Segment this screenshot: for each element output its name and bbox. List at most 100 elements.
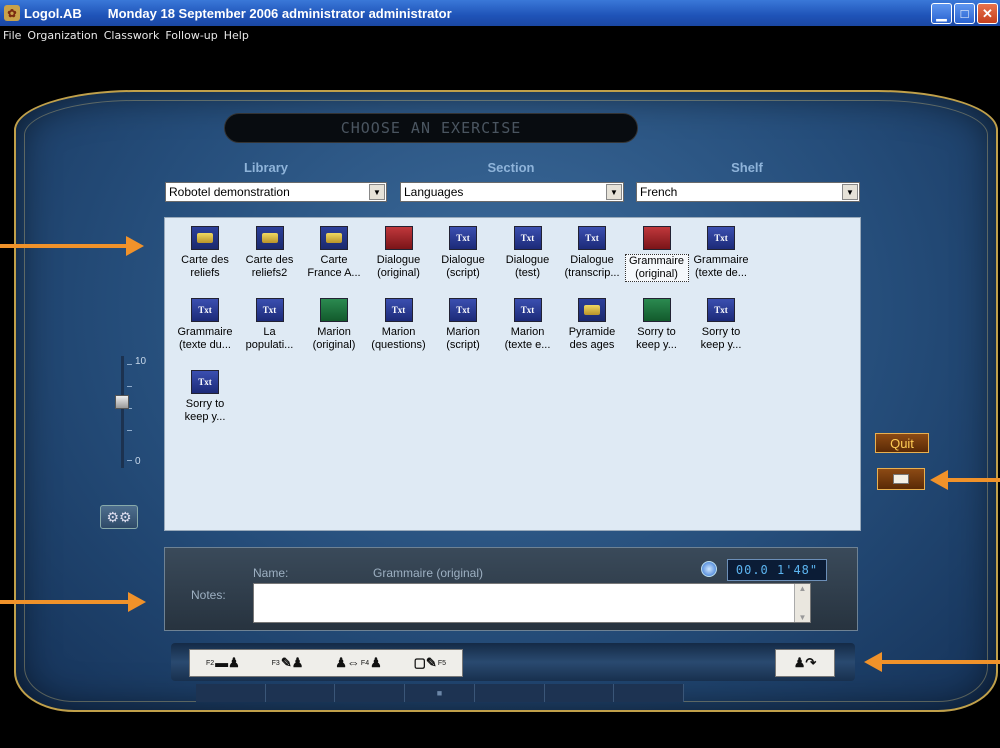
exercise-item[interactable]: Txt Sorry to keep y...	[689, 298, 753, 352]
exercise-title-line1: Marion	[510, 326, 545, 338]
student-return-button[interactable]: ♟↷	[775, 649, 835, 677]
person-arrow-icon: ♟↷	[793, 655, 817, 670]
close-button[interactable]: ✕	[977, 3, 998, 24]
screen-pen-icon: ▢✎	[413, 655, 437, 670]
exercise-item[interactable]: Pyramide des ages	[560, 298, 624, 352]
toolbar-slot	[544, 684, 615, 702]
arrow-right-icon	[0, 236, 144, 256]
exercise-title-line1: Sorry to	[637, 326, 676, 338]
exercise-item[interactable]: Txt Dialogue (script)	[431, 226, 495, 280]
exercise-item[interactable]: Txt Marion (texte e...	[496, 298, 560, 352]
menu-follow-up[interactable]: Follow-up	[165, 29, 217, 42]
exercise-title-line1: Marion	[317, 326, 351, 338]
exercise-title-line2: (original)	[377, 267, 420, 279]
exercise-item[interactable]: Txt Sorry to keep y...	[173, 370, 237, 424]
section-value: Languages	[404, 185, 464, 199]
scroll-down-icon[interactable]: ▼	[799, 613, 807, 622]
exercise-item[interactable]: Marion (original)	[302, 298, 366, 352]
exercise-label: Marion (texte e...	[496, 326, 560, 352]
exercise-title-line2: (original)	[635, 268, 678, 280]
exercise-title-line1: Dialogue	[505, 254, 550, 266]
video-file-icon	[320, 298, 348, 322]
minimize-button[interactable]: ▁	[931, 3, 952, 24]
exercise-item[interactable]: Carte France A...	[302, 226, 366, 280]
monitor-person-icon: ▬♟	[215, 655, 240, 670]
arrow-left-icon	[864, 652, 1000, 672]
exercise-item[interactable]: Txt Dialogue (transcrip...	[560, 226, 624, 280]
settings-button[interactable]: ⚙⚙	[100, 505, 138, 529]
slider-thumb[interactable]	[115, 395, 129, 410]
toolbar-slot	[614, 684, 685, 702]
exercise-title-line2: (original)	[312, 339, 356, 351]
window-controls: ▁ □ ✕	[931, 3, 998, 24]
message-button[interactable]	[877, 468, 925, 490]
exercise-item[interactable]: Carte des reliefs2	[238, 226, 302, 280]
notes-label: Notes:	[191, 588, 226, 602]
notes-field[interactable]: ▲ ▼	[253, 583, 811, 623]
image-file-icon	[255, 226, 284, 250]
exercise-title-line1: Sorry to	[185, 398, 225, 410]
library-select[interactable]: Robotel demonstration ▼	[165, 182, 387, 202]
shelf-select[interactable]: French ▼	[636, 182, 860, 202]
section-label: Section	[487, 160, 535, 175]
intercom-mode-button[interactable]: F3 ✎♟	[272, 655, 304, 671]
text-file-icon: Txt	[707, 298, 735, 322]
text-file-icon: Txt	[255, 298, 284, 322]
pair-persons-icon: ♟⇔	[335, 655, 360, 670]
exercise-grid: Carte des reliefs Carte des reliefs2 Carte Fr…	[164, 217, 861, 531]
section-select[interactable]: Languages ▼	[400, 182, 624, 202]
exercise-title-line2: (texte du...	[179, 339, 231, 351]
slider-tick	[127, 364, 132, 365]
volume-slider[interactable]: 10 0	[113, 356, 153, 468]
slider-tick	[127, 460, 132, 461]
text-file-icon: Txt	[707, 226, 735, 250]
exercise-title-line2: reliefs2	[251, 267, 288, 279]
app-logo-icon: ✿	[4, 5, 20, 21]
bottom-toolbar: F2 ▬♟ F3 ✎♟ ♟⇔ F4 ♟ ▢✎ F5 ♟↷	[171, 643, 855, 681]
exercise-item[interactable]: Txt Marion (questions)	[367, 298, 431, 352]
menu-organization[interactable]: Organization	[27, 29, 97, 42]
exercise-label: La populati...	[238, 326, 302, 352]
slider-track	[121, 356, 124, 468]
exercise-title-line2: (script)	[446, 267, 480, 279]
exercise-title-line2: des ages	[569, 339, 615, 351]
exercise-item[interactable]: Carte des reliefs	[173, 226, 237, 280]
notes-scrollbar[interactable]: ▲ ▼	[794, 584, 810, 622]
maximize-button[interactable]: □	[954, 3, 975, 24]
pairing-mode-button[interactable]: ♟⇔ F4 ♟	[335, 655, 381, 671]
f5-key-label: F5	[437, 659, 446, 667]
headset-person-icon: ✎♟	[280, 655, 304, 670]
library-value: Robotel demonstration	[169, 185, 290, 199]
exercise-title-line1: Dialogue	[441, 254, 485, 266]
exercise-title-line2: (transcrip...	[564, 267, 620, 279]
chevron-down-icon[interactable]: ▼	[606, 184, 622, 200]
exercise-item[interactable]: Txt Grammaire (texte de...	[689, 226, 753, 280]
exercise-label: Grammaire (texte du...	[173, 326, 237, 352]
menu-file[interactable]: File	[3, 29, 21, 42]
choose-exercise-banner: CHOOSE AN EXERCISE	[224, 113, 638, 143]
exercise-title-line1: Marion	[381, 326, 416, 338]
exercise-item[interactable]: Txt La populati...	[238, 298, 302, 352]
quit-button[interactable]: Quit	[875, 433, 929, 453]
menu-classwork[interactable]: Classwork	[104, 29, 160, 42]
exercise-item[interactable]: Dialogue (original)	[367, 226, 431, 280]
chevron-down-icon[interactable]: ▼	[369, 184, 385, 200]
exercise-item[interactable]: Txt Grammaire (texte du...	[173, 298, 237, 352]
exercise-title-line1: Grammaire	[628, 255, 684, 267]
model-mode-button[interactable]: F2 ▬♟	[206, 655, 240, 671]
screen-mode-button[interactable]: ▢✎ F5	[414, 655, 446, 671]
exercise-item[interactable]: Txt Dialogue (test)	[496, 226, 560, 280]
exercise-title-line1: Marion	[446, 326, 480, 338]
chevron-down-icon[interactable]: ▼	[842, 184, 858, 200]
exercise-item[interactable]: Grammaire (original)	[624, 226, 689, 282]
exercise-item[interactable]: Txt Marion (script)	[431, 298, 495, 352]
audio-file-icon	[642, 226, 671, 250]
scroll-up-icon[interactable]: ▲	[799, 584, 807, 593]
menu-help[interactable]: Help	[224, 29, 249, 42]
name-value: Grammaire (original)	[373, 566, 484, 580]
exercise-title-line2: reliefs	[190, 267, 220, 279]
exercise-item[interactable]: Sorry to keep y...	[625, 298, 689, 352]
text-file-icon: Txt	[578, 226, 606, 250]
exercise-label: Grammaire (original)	[624, 254, 689, 282]
exercise-title-line2: (script)	[446, 339, 480, 351]
